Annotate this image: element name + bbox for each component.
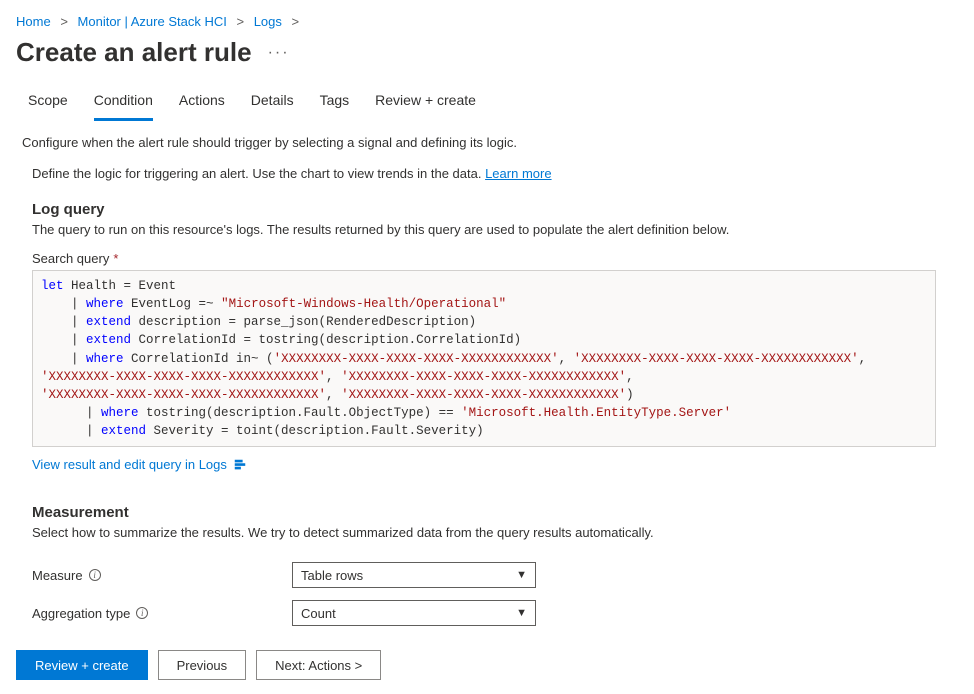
measurement-description: Select how to summarize the results. We …: [32, 525, 946, 540]
previous-button[interactable]: Previous: [158, 650, 247, 680]
aggregation-type-value: Count: [301, 606, 336, 621]
chevron-right-icon: >: [60, 14, 68, 29]
breadcrumb: Home > Monitor | Azure Stack HCI > Logs …: [0, 0, 974, 35]
more-actions-icon[interactable]: ···: [268, 44, 290, 62]
logic-description-text: Define the logic for triggering an alert…: [32, 166, 485, 181]
tab-actions[interactable]: Actions: [179, 84, 225, 121]
tab-tags[interactable]: Tags: [320, 84, 350, 121]
measurement-heading: Measurement: [32, 504, 946, 521]
aggregation-type-select[interactable]: Count ▼: [292, 600, 536, 626]
tab-details[interactable]: Details: [251, 84, 294, 121]
logs-icon: [233, 458, 247, 472]
review-create-button[interactable]: Review + create: [16, 650, 148, 680]
tab-scope[interactable]: Scope: [28, 84, 68, 121]
chevron-right-icon: >: [236, 14, 244, 29]
chevron-down-icon: ▼: [516, 569, 527, 581]
logic-description: Define the logic for triggering an alert…: [32, 166, 946, 181]
page-title: Create an alert rule: [16, 37, 252, 68]
tab-condition[interactable]: Condition: [94, 84, 153, 121]
breadcrumb-monitor[interactable]: Monitor | Azure Stack HCI: [78, 14, 227, 29]
aggregation-type-label: Aggregation type i: [32, 606, 292, 621]
search-query-label: Search query*: [32, 251, 946, 266]
measure-value: Table rows: [301, 568, 363, 583]
condition-description: Configure when the alert rule should tri…: [22, 135, 946, 150]
tab-review-create[interactable]: Review + create: [375, 84, 476, 121]
measure-select[interactable]: Table rows ▼: [292, 562, 536, 588]
log-query-description: The query to run on this resource's logs…: [32, 222, 946, 237]
tab-bar: Scope Condition Actions Details Tags Rev…: [0, 84, 974, 121]
learn-more-link[interactable]: Learn more: [485, 166, 551, 181]
view-edit-query-link[interactable]: View result and edit query in Logs: [32, 457, 247, 472]
log-query-heading: Log query: [32, 201, 946, 218]
breadcrumb-logs[interactable]: Logs: [254, 14, 282, 29]
measure-label: Measure i: [32, 568, 292, 583]
info-icon[interactable]: i: [136, 607, 148, 619]
required-indicator: *: [113, 251, 118, 266]
info-icon[interactable]: i: [89, 569, 101, 581]
breadcrumb-home[interactable]: Home: [16, 14, 51, 29]
search-query-input[interactable]: let Health = Event | where EventLog =~ "…: [32, 270, 936, 447]
view-edit-query-text: View result and edit query in Logs: [32, 457, 227, 472]
next-actions-button[interactable]: Next: Actions >: [256, 650, 381, 680]
footer-actions: Review + create Previous Next: Actions >: [0, 636, 974, 694]
chevron-down-icon: ▼: [516, 607, 527, 619]
chevron-right-icon: >: [292, 14, 300, 29]
